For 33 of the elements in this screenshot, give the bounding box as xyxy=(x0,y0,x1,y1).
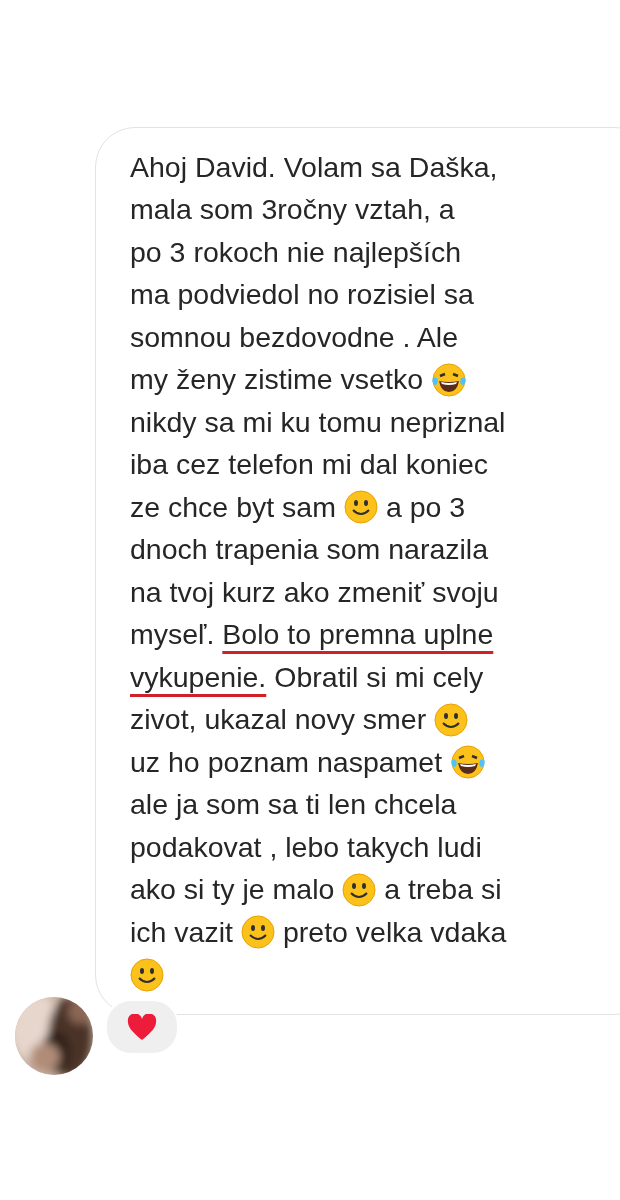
message-text: iba cez telefon mi dal koniec xyxy=(130,448,489,482)
message-text: ale ja som sa ti len chcela xyxy=(130,788,457,822)
message-text: Obratil si mi cely xyxy=(274,660,484,694)
reaction-badge[interactable] xyxy=(105,999,179,1055)
message-text: po 3 rokoch nie najlepších xyxy=(130,235,462,269)
message-text: a po 3 xyxy=(385,490,466,524)
message-text: podakovat , lebo takych ludi xyxy=(130,830,482,864)
message-text: Ahoj David. Volam sa Daška, xyxy=(130,150,498,184)
message-text: uz ho poznam naspamet xyxy=(130,745,443,779)
message-text: ich vazit xyxy=(130,915,233,949)
message-text: ma podviedol no rozisiel sa xyxy=(130,278,474,312)
message-text: ako si ty je malo xyxy=(130,873,335,907)
message-text: na tvoj kurz ako zmeniť svoju xyxy=(130,575,499,609)
laughing-tears-icon xyxy=(431,362,467,397)
message-text: ze chce byt sam xyxy=(130,490,336,524)
smiling-face-icon xyxy=(130,957,164,992)
message-text: dnoch trapenia som narazila xyxy=(130,533,489,567)
message-text: vykupenie. xyxy=(130,660,267,694)
message-text: mala som 3ročny vztah, a xyxy=(130,193,455,227)
heart-icon xyxy=(127,1013,157,1041)
message-text: zivot, ukazal novy smer xyxy=(130,703,427,737)
message-text: myseľ. xyxy=(130,618,215,652)
smiling-face-icon xyxy=(434,702,469,737)
message-text: my ženy zistime vsetko xyxy=(130,363,423,397)
message-text: a treba si xyxy=(384,873,502,907)
message-text: Bolo to premna uplne xyxy=(222,618,494,652)
message-text: nikdy sa mi ku tomu nepriznal xyxy=(130,405,506,439)
smiling-face-icon xyxy=(342,872,377,907)
message-text: somnou bezdovodne . Ale xyxy=(130,320,458,354)
laughing-tears-icon xyxy=(450,745,487,780)
smiling-face-icon xyxy=(240,915,275,950)
message-text: preto velka vdaka xyxy=(282,915,507,949)
smiling-face-icon xyxy=(343,490,378,525)
